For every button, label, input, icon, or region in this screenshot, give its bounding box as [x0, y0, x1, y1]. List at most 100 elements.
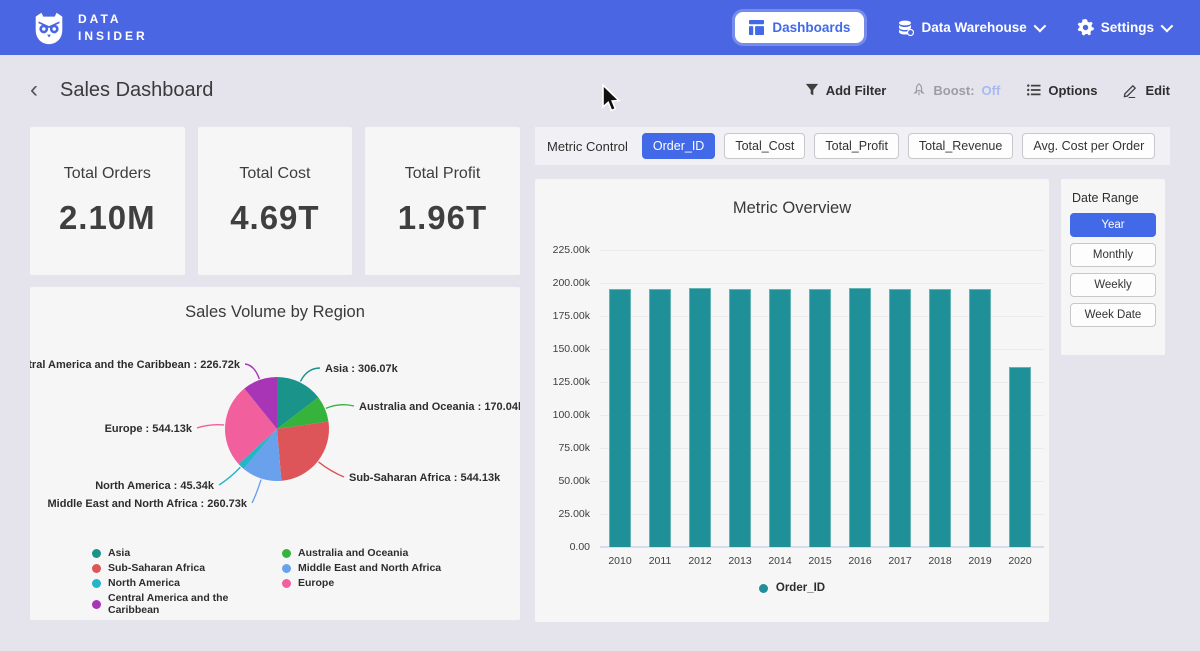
data-warehouse-menu[interactable]: Data Warehouse: [898, 20, 1042, 36]
page-title: Sales Dashboard: [60, 79, 213, 102]
dashboards-button[interactable]: Dashboards: [735, 12, 864, 43]
back-button[interactable]: ‹: [30, 78, 38, 102]
bar-chart-title: Metric Overview: [535, 199, 1049, 218]
data-warehouse-label: Data Warehouse: [921, 20, 1026, 35]
chevron-down-icon: [1161, 20, 1174, 33]
y-axis-tick: 25.00k: [535, 508, 590, 520]
legend-item: Central America and the Caribbean: [92, 592, 282, 616]
add-filter-button[interactable]: Add Filter: [805, 83, 887, 98]
metric-option-total-profit[interactable]: Total_Profit: [814, 133, 899, 159]
dashboard-grid-icon: [749, 20, 764, 35]
metric-option-avg-cost-per-order[interactable]: Avg. Cost per Order: [1022, 133, 1155, 159]
options-label: Options: [1048, 83, 1097, 98]
legend-dot: [282, 564, 291, 573]
kpi-card-total-cost: Total Cost 4.69T: [198, 127, 353, 275]
x-axis-tick: 2017: [880, 555, 920, 567]
date-range-label: Date Range: [1072, 191, 1156, 205]
pie-leader-line: [300, 368, 320, 381]
bar-2010[interactable]: [609, 289, 631, 547]
metric-control-bar: Metric Control Order_IDTotal_CostTotal_P…: [535, 127, 1170, 165]
brand-line1: DATA: [78, 11, 148, 27]
pencil-icon: [1123, 83, 1138, 98]
pie-leader-line: [326, 405, 354, 409]
dashboards-label: Dashboards: [772, 20, 850, 35]
gear-icon: [1077, 19, 1094, 36]
gridline: [600, 250, 1044, 251]
bar-2020[interactable]: [1009, 367, 1031, 547]
date-range-option-year[interactable]: Year: [1070, 213, 1156, 237]
x-axis-tick: 2019: [960, 555, 1000, 567]
pie-slice-label: Middle East and North Africa : 260.73k: [48, 498, 248, 510]
owl-logo-icon: [30, 9, 68, 47]
legend-item: Middle East and North Africa: [282, 562, 520, 574]
dashboard-body: Total Orders 2.10M Total Cost 4.69T Tota…: [0, 125, 1200, 622]
x-axis-tick: 2012: [680, 555, 720, 567]
legend-dot: [282, 579, 291, 588]
pie-chart-title: Sales Volume by Region: [30, 303, 520, 322]
pie-chart-card: Sales Volume by Region Asia : 306.07kAus…: [30, 287, 520, 620]
metric-option-order-id[interactable]: Order_ID: [642, 133, 715, 159]
legend-dot: [92, 579, 101, 588]
boost-toggle[interactable]: Boost: Off: [912, 83, 1000, 98]
brand-line2: INSIDER: [78, 28, 148, 44]
legend-item: North America: [92, 577, 282, 589]
pie-leader-line: [245, 364, 259, 379]
kpi-value: 2.10M: [59, 199, 156, 237]
pie-slice-label: Sub-Saharan Africa : 544.13k: [349, 472, 501, 484]
date-range-option-week-date[interactable]: Week Date: [1070, 303, 1156, 327]
legend-label: Australia and Oceania: [298, 547, 408, 559]
kpi-value: 1.96T: [398, 199, 487, 237]
boost-label: Boost:: [933, 83, 974, 98]
bar-2012[interactable]: [689, 288, 711, 547]
kpi-card-total-profit: Total Profit 1.96T: [365, 127, 520, 275]
date-range-panel: Date Range Year Monthly Weekly Week Date: [1061, 179, 1165, 355]
legend-label: North America: [108, 577, 180, 589]
kpi-label: Total Cost: [239, 165, 310, 183]
bar-chart-legend: Order_ID: [535, 582, 1049, 594]
bar-2018[interactable]: [929, 289, 951, 547]
legend-dot: [92, 564, 101, 573]
y-axis-tick: 0.00: [535, 541, 590, 553]
date-range-option-monthly[interactable]: Monthly: [1070, 243, 1156, 267]
pie-legend: AsiaAustralia and OceaniaSub-Saharan Afr…: [92, 547, 520, 616]
x-axis-tick: 2016: [840, 555, 880, 567]
settings-menu[interactable]: Settings: [1077, 19, 1170, 36]
kpi-label: Total Orders: [64, 165, 151, 183]
bar-chart-card: Metric Overview Order_ID 225.00k 200.00k 1…: [535, 179, 1049, 622]
add-filter-label: Add Filter: [826, 83, 887, 98]
gridline: [600, 283, 1044, 284]
y-axis-tick: 50.00k: [535, 475, 590, 487]
y-axis-tick: 100.00k: [535, 409, 590, 421]
metric-option-total-revenue[interactable]: Total_Revenue: [908, 133, 1013, 159]
bar-2011[interactable]: [649, 289, 671, 547]
pie-leader-line: [252, 480, 261, 503]
kpi-label: Total Profit: [405, 165, 481, 183]
legend-label: Middle East and North Africa: [298, 562, 441, 574]
pie-slice-label: Central America and the Caribbean : 226.…: [30, 359, 241, 371]
settings-label: Settings: [1101, 20, 1154, 35]
edit-button[interactable]: Edit: [1123, 83, 1170, 98]
bar-2016[interactable]: [849, 288, 871, 547]
legend-label: Europe: [298, 577, 334, 589]
x-axis-tick: 2011: [640, 555, 680, 567]
list-icon: [1026, 83, 1041, 97]
date-range-option-weekly[interactable]: Weekly: [1070, 273, 1156, 297]
bar-2015[interactable]: [809, 289, 831, 547]
options-button[interactable]: Options: [1026, 83, 1097, 98]
bar-2014[interactable]: [769, 289, 791, 547]
bar-2013[interactable]: [729, 289, 751, 547]
pie-slice-sub-saharan-africa[interactable]: [277, 422, 329, 481]
edit-label: Edit: [1145, 83, 1170, 98]
pie-leader-line: [197, 425, 224, 428]
pie-leader-line: [319, 462, 344, 477]
metric-option-total-cost[interactable]: Total_Cost: [724, 133, 805, 159]
bar-2019[interactable]: [969, 289, 991, 547]
legend-item: Asia: [92, 547, 282, 559]
pie-slice-label: Europe : 544.13k: [105, 423, 193, 435]
y-axis-tick: 200.00k: [535, 277, 590, 289]
legend-label: Asia: [108, 547, 130, 559]
bar-2017[interactable]: [889, 289, 911, 547]
x-axis-tick: 2013: [720, 555, 760, 567]
y-axis-tick: 225.00k: [535, 244, 590, 256]
x-axis-tick: 2014: [760, 555, 800, 567]
